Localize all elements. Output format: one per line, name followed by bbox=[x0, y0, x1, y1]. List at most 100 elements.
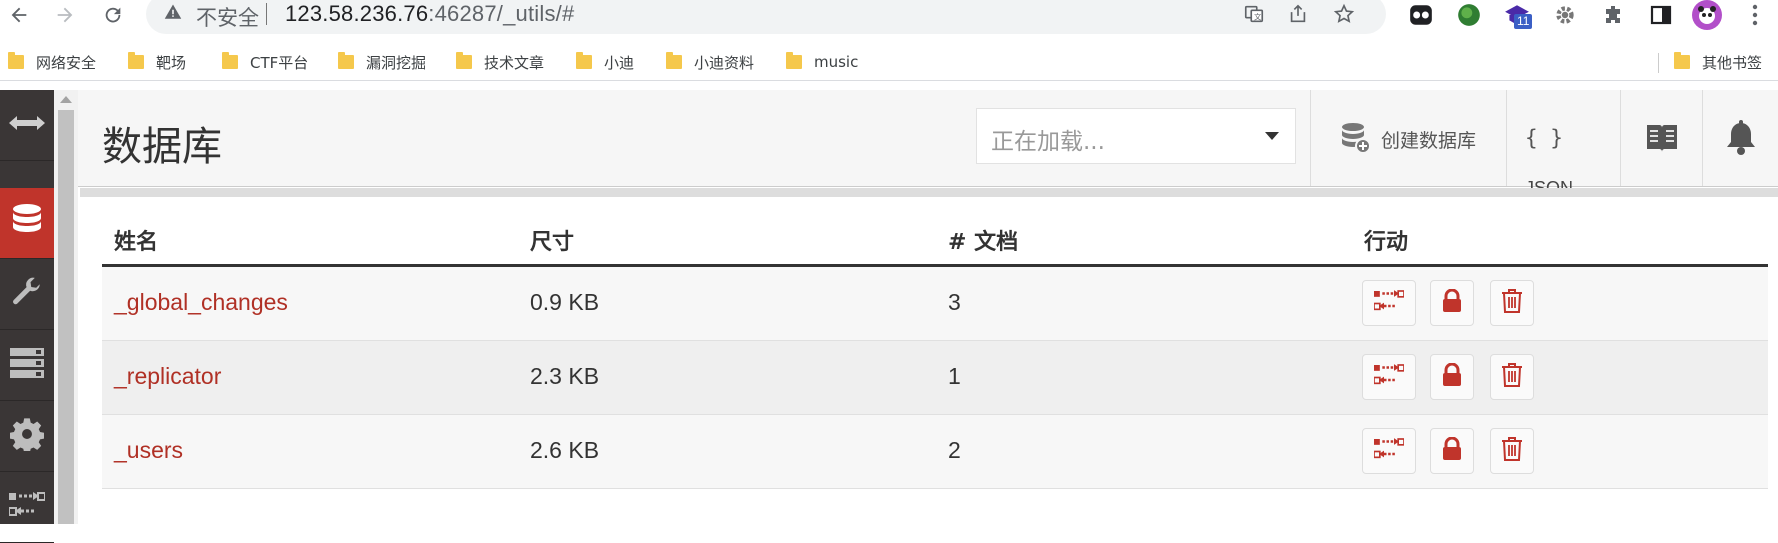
scroll-thumb[interactable] bbox=[58, 110, 74, 524]
folder-icon bbox=[576, 52, 592, 69]
menu-icon[interactable] bbox=[1740, 0, 1770, 30]
expand-arrows-icon bbox=[7, 114, 47, 137]
browser-toolbar: 不安全 123.58.236.76:46287/_utils/# 文 11 bbox=[0, 0, 1778, 34]
share-icon[interactable] bbox=[1284, 0, 1312, 28]
database-size: 2.3 KB bbox=[530, 363, 600, 389]
bookmark-folder[interactable]: 漏洞挖掘 bbox=[338, 50, 426, 74]
folder-icon bbox=[338, 52, 354, 69]
chevron-down-icon bbox=[1265, 132, 1279, 140]
replicate-icon bbox=[1373, 289, 1405, 318]
extension-eyes-icon[interactable] bbox=[1406, 0, 1436, 30]
divider bbox=[1658, 53, 1659, 73]
bookmark-folder[interactable]: 靶场 bbox=[128, 50, 186, 74]
replicate-icon bbox=[1373, 363, 1405, 392]
bookmark-folder[interactable]: music bbox=[786, 50, 858, 74]
extension-globe-icon[interactable] bbox=[1454, 0, 1484, 30]
bookmark-label: 网络安全 bbox=[36, 53, 97, 72]
database-doc-count: 2 bbox=[948, 437, 961, 463]
json-button[interactable]: { } JSON bbox=[1506, 90, 1621, 198]
delete-button[interactable] bbox=[1490, 280, 1534, 326]
lock-icon bbox=[1442, 288, 1462, 318]
permissions-button[interactable] bbox=[1430, 280, 1474, 326]
create-database-button[interactable]: 创建数据库 bbox=[1310, 90, 1507, 186]
folder-icon bbox=[666, 52, 682, 69]
sidebar bbox=[0, 90, 54, 543]
url-path: :46287/_utils/# bbox=[428, 1, 575, 26]
bookmark-label: 靶场 bbox=[156, 53, 187, 72]
back-icon[interactable] bbox=[4, 0, 34, 30]
url-host: 123.58.236.76 bbox=[285, 1, 429, 26]
documentation-button[interactable] bbox=[1620, 90, 1703, 186]
sidebar-item-active-tasks[interactable] bbox=[0, 330, 54, 401]
extension-graduation-icon[interactable]: 11 bbox=[1502, 0, 1533, 30]
sidebar-item-databases[interactable] bbox=[0, 188, 54, 259]
table-header: 姓名 尺寸 # 文档 行动 bbox=[102, 214, 1768, 267]
database-name-link[interactable]: _users bbox=[114, 437, 183, 464]
database-name-link[interactable]: _global_changes bbox=[114, 289, 288, 316]
insecure-label: 不安全 bbox=[196, 6, 259, 30]
bookmark-folder[interactable]: CTF平台 bbox=[222, 50, 308, 74]
sidebar-item-setup[interactable] bbox=[0, 259, 54, 330]
folder-icon bbox=[128, 52, 144, 69]
bookmark-folder[interactable]: 小迪 bbox=[576, 50, 634, 74]
sidebar-item-replication[interactable] bbox=[0, 472, 54, 543]
extensions-puzzle-icon[interactable] bbox=[1598, 0, 1628, 30]
notifications-button[interactable] bbox=[1702, 90, 1778, 186]
bookmark-folder[interactable]: 小迪资料 bbox=[666, 50, 754, 74]
replicate-button[interactable] bbox=[1362, 280, 1416, 326]
app: 数据库 正在加载... 创建数据库 { } JSON 姓 bbox=[0, 90, 1778, 543]
column-header-size[interactable]: 尺寸 bbox=[530, 224, 574, 256]
bookmark-label: 小迪资料 bbox=[694, 53, 755, 72]
bookmark-label: 技术文章 bbox=[484, 53, 545, 72]
delete-button[interactable] bbox=[1490, 354, 1534, 400]
star-icon[interactable] bbox=[1330, 0, 1358, 28]
address-bar[interactable]: 不安全 123.58.236.76:46287/_utils/# 文 bbox=[146, 0, 1386, 34]
table-row: _global_changes 0.9 KB 3 bbox=[102, 267, 1768, 341]
replicate-icon bbox=[1373, 437, 1405, 466]
replicate-button[interactable] bbox=[1362, 428, 1416, 474]
permissions-button[interactable] bbox=[1430, 428, 1474, 474]
bell-icon bbox=[1725, 120, 1757, 161]
warning-icon bbox=[164, 3, 182, 27]
extension-gear-icon[interactable] bbox=[1550, 0, 1580, 30]
column-header-name[interactable]: 姓名 bbox=[114, 224, 158, 256]
select-placeholder: 正在加载... bbox=[991, 129, 1105, 155]
permissions-button[interactable] bbox=[1430, 354, 1474, 400]
bookmark-folder[interactable]: 网络安全 bbox=[8, 50, 96, 74]
json-braces-icon: { } bbox=[1525, 126, 1563, 150]
svg-text:文: 文 bbox=[1254, 13, 1262, 22]
other-bookmarks[interactable]: 其他书签 bbox=[1674, 50, 1762, 74]
scroll-up-arrow[interactable] bbox=[60, 96, 72, 103]
bookmark-label: 小迪 bbox=[604, 53, 635, 72]
side-panel-icon[interactable] bbox=[1646, 0, 1676, 30]
replicate-button[interactable] bbox=[1362, 354, 1416, 400]
column-header-actions: 行动 bbox=[1364, 230, 1409, 255]
database-jump-select[interactable]: 正在加载... bbox=[976, 108, 1296, 164]
table-row: _replicator 2.3 KB 1 bbox=[102, 341, 1768, 415]
bookmark-label: 其他书签 bbox=[1702, 53, 1763, 72]
folder-icon bbox=[222, 52, 238, 69]
book-icon bbox=[1645, 122, 1679, 159]
reload-icon[interactable] bbox=[98, 0, 128, 30]
bookmarks-bar: 网络安全 靶场 CTF平台 漏洞挖掘 技术文章 小迪 小迪资料 music 其他… bbox=[0, 44, 1778, 81]
folder-icon bbox=[786, 52, 802, 69]
create-database-label: 创建数据库 bbox=[1381, 130, 1477, 152]
bookmark-folder[interactable]: 技术文章 bbox=[456, 50, 544, 74]
forward-icon[interactable] bbox=[50, 0, 80, 30]
database-doc-count: 3 bbox=[948, 289, 961, 315]
scrollbar[interactable] bbox=[54, 90, 78, 524]
table-row: _users 2.6 KB 2 bbox=[102, 415, 1768, 489]
sidebar-item-config[interactable] bbox=[0, 401, 54, 472]
sidebar-toggle[interactable] bbox=[0, 90, 54, 161]
bookmark-label: 漏洞挖掘 bbox=[366, 53, 427, 72]
url-text[interactable]: 123.58.236.76:46287/_utils/# bbox=[285, 1, 574, 27]
profile-avatar[interactable] bbox=[1692, 0, 1722, 30]
database-size: 0.9 KB bbox=[530, 289, 600, 315]
trash-icon bbox=[1501, 436, 1523, 467]
column-header-docs[interactable]: # 文档 bbox=[948, 224, 1018, 256]
lock-icon bbox=[1442, 436, 1462, 466]
translate-icon[interactable]: 文 bbox=[1240, 0, 1268, 28]
database-name-link[interactable]: _replicator bbox=[114, 363, 221, 390]
trash-icon bbox=[1501, 288, 1523, 319]
delete-button[interactable] bbox=[1490, 428, 1534, 474]
